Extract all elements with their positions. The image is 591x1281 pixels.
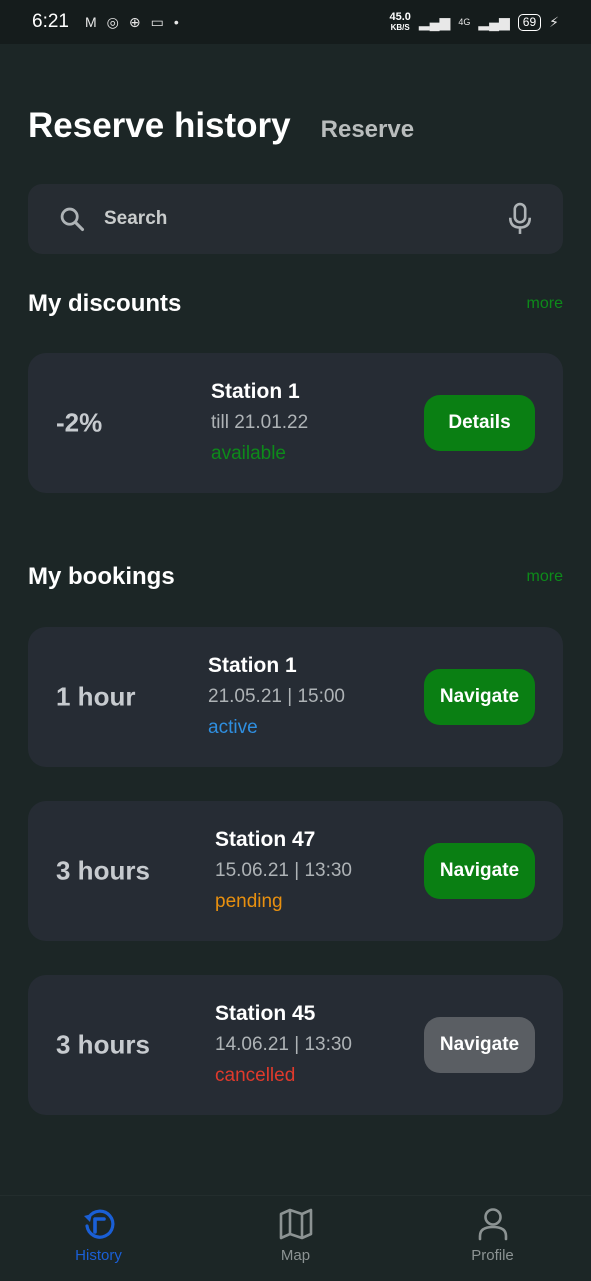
signal-icon: ▂▄▆ [418, 13, 451, 30]
bookings-title: My bookings [28, 563, 175, 590]
dot-icon: • [173, 14, 179, 30]
status-bar: 6:21 M ◎ ⊕ ▭ • 45.0 KB/S ▂▄▆ 4G ▂▄▆ 69 ⚡ [0, 0, 591, 44]
nav-item-map[interactable]: Map [231, 1196, 361, 1264]
nav-item-history[interactable]: History [34, 1196, 164, 1264]
profile-icon [478, 1208, 507, 1241]
network-type: 4G [458, 17, 471, 27]
whatsapp-icon: ◎ [106, 13, 119, 30]
page-title: Reserve history [28, 106, 291, 145]
booking-status: pending [215, 891, 283, 912]
nav-label-history: History [75, 1247, 122, 1264]
booking-info: Station 45 14.06.21 | 13:30 cancelled [215, 999, 352, 1091]
booking-station: Station 47 [215, 828, 316, 851]
discount-status: available [211, 443, 286, 464]
discount-amount: -2% [56, 407, 103, 438]
status-bar-right: 45.0 KB/S ▂▄▆ 4G ▂▄▆ 69 ⚡ [389, 10, 559, 33]
nav-label-map: Map [280, 1247, 311, 1264]
search-icon [60, 207, 85, 232]
navigate-button-disabled[interactable]: Navigate [424, 1017, 535, 1073]
booking-info: Station 47 15.06.21 | 13:30 pending [215, 825, 352, 917]
navigate-button[interactable]: Navigate [424, 669, 535, 725]
booking-status: active [208, 717, 258, 738]
booking-card: 3 hours Station 45 14.06.21 | 13:30 canc… [28, 975, 563, 1115]
battery-level: 69 [517, 13, 542, 31]
bookings-more-link[interactable]: more [527, 568, 563, 586]
booking-datetime: 15.06.21 | 13:30 [215, 860, 352, 881]
history-icon [83, 1209, 114, 1239]
reserve-tab[interactable]: Reserve [321, 116, 414, 144]
booking-duration: 3 hours [56, 1029, 150, 1060]
network-speed-value: 45.0 [389, 10, 411, 23]
booking-duration: 1 hour [56, 681, 136, 712]
plus-circle-icon: ⊕ [128, 13, 141, 30]
laptop-icon: ▭ [150, 13, 164, 30]
navigate-button[interactable]: Navigate [424, 843, 535, 899]
status-bar-left: 6:21 M ◎ ⊕ ▭ • [32, 11, 179, 33]
network-speed-unit: KB/S [390, 22, 410, 32]
nav-item-profile[interactable]: Profile [428, 1196, 558, 1264]
discount-date: till 21.01.22 [211, 412, 309, 433]
booking-datetime: 21.05.21 | 15:00 [208, 686, 345, 707]
discount-info: Station 1 till 21.01.22 available [211, 377, 308, 469]
booking-card: 3 hours Station 47 15.06.21 | 13:30 pend… [28, 801, 563, 941]
discount-station: Station 1 [211, 380, 300, 403]
search-input[interactable] [104, 208, 507, 230]
status-time: 6:21 [32, 11, 69, 32]
discounts-title: My discounts [28, 290, 182, 317]
booking-info: Station 1 21.05.21 | 15:00 active [208, 651, 345, 743]
signal-icon-2: ▂▄▆ [478, 13, 510, 30]
booking-datetime: 14.06.21 | 13:30 [215, 1034, 352, 1055]
charging-icon: ⚡ [549, 13, 559, 30]
microphone-icon[interactable] [507, 202, 533, 236]
booking-station: Station 45 [215, 1002, 316, 1025]
booking-status: cancelled [215, 1065, 296, 1086]
booking-card: 1 hour Station 1 21.05.21 | 15:00 active… [28, 627, 563, 767]
details-button[interactable]: Details [424, 395, 535, 451]
discounts-more-link[interactable]: more [527, 295, 563, 313]
map-icon [279, 1208, 312, 1240]
booking-duration: 3 hours [56, 855, 150, 886]
nav-label-profile: Profile [471, 1247, 514, 1264]
search-bar[interactable] [28, 184, 563, 254]
gmail-icon: M [84, 14, 97, 30]
network-speed: 45.0 KB/S [389, 10, 411, 33]
page-header: Reserve history Reserve [28, 106, 414, 146]
bottom-nav: History Map Profile [0, 1195, 591, 1281]
discount-card: -2% Station 1 till 21.01.22 available De… [28, 353, 563, 493]
bookings-section-header: My bookings more [28, 563, 563, 591]
discounts-section-header: My discounts more [28, 290, 563, 318]
booking-station: Station 1 [208, 654, 297, 677]
